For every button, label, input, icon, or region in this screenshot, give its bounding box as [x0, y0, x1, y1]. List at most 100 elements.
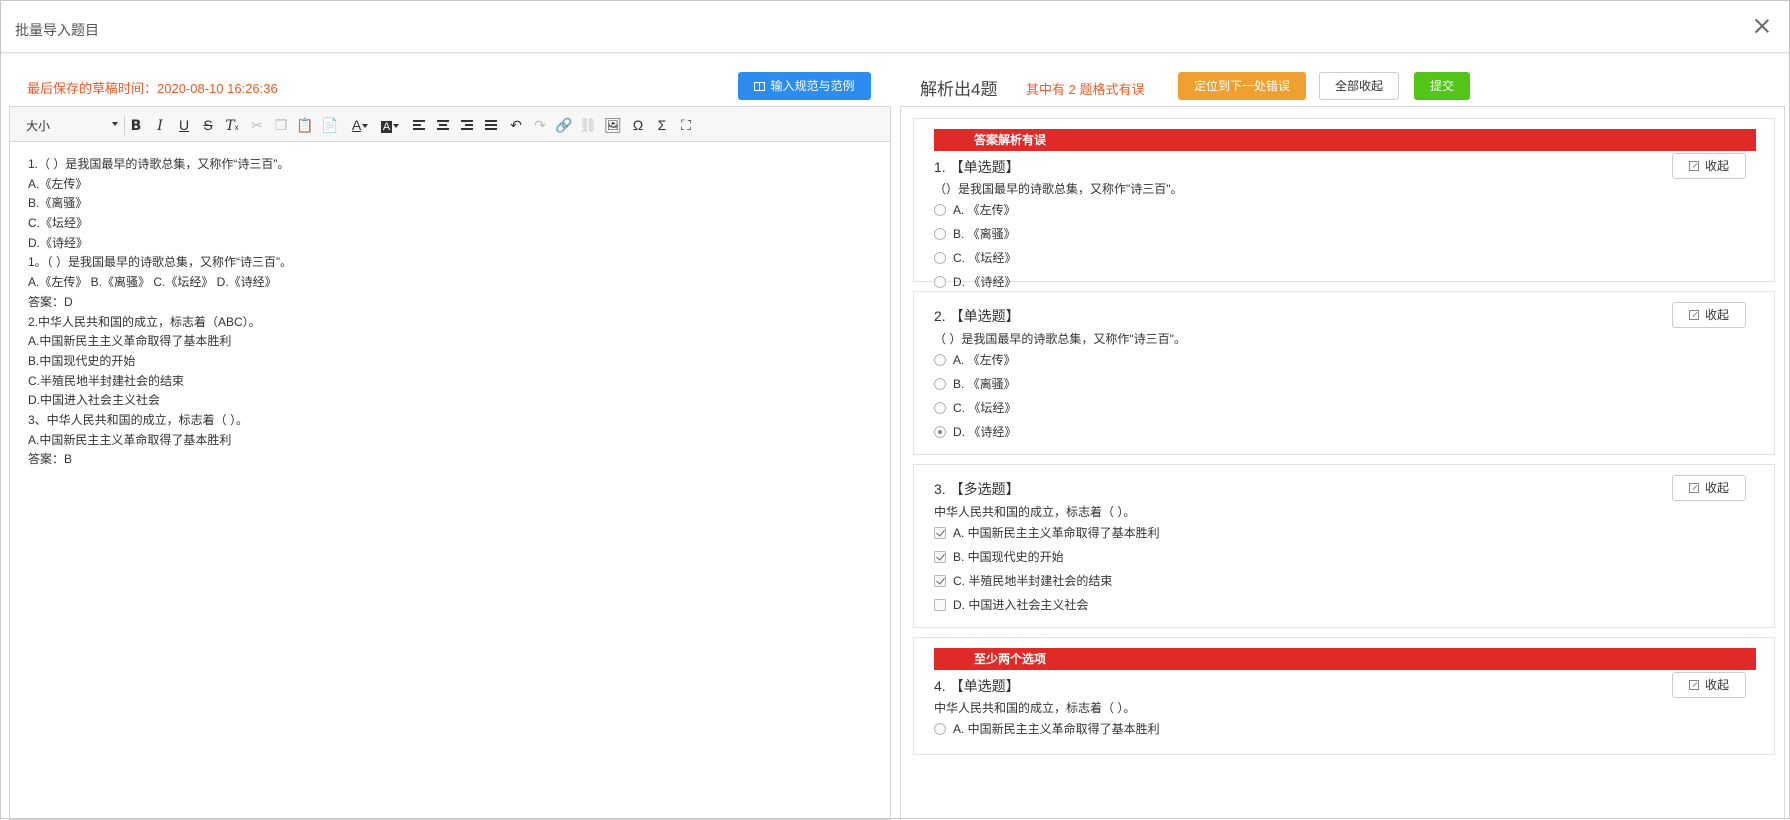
editor-line: A.《左传》: [28, 176, 88, 191]
collapse-all-button[interactable]: 全部收起: [1319, 72, 1399, 100]
submit-button[interactable]: 提交: [1414, 72, 1470, 100]
italic-icon[interactable]: I: [149, 114, 171, 136]
radio-icon: [934, 402, 946, 414]
editor-line: C.半殖民地半封建社会的结束: [28, 373, 185, 388]
radio-icon: [934, 228, 946, 240]
background-color-icon[interactable]: A: [376, 114, 404, 136]
align-left-icon[interactable]: [408, 114, 430, 136]
redo-icon[interactable]: ↷: [529, 114, 551, 136]
checkbox-checked-icon: [934, 527, 946, 539]
radio-icon: [934, 723, 946, 735]
align-center-icon[interactable]: [432, 114, 454, 136]
question-list: 答案解析有误 1. 【单选题】 收起 （）是我国最早的诗歌总集，又称作"诗三百"…: [900, 106, 1785, 820]
editor-line: A.《左传》 B.《离骚》 C.《坛经》 D.《诗经》: [28, 275, 277, 290]
option-label: D. 《诗经》: [953, 425, 1017, 439]
chevron-down-icon: [112, 122, 118, 126]
collapse-icon: [1688, 483, 1699, 493]
radio-icon: [934, 276, 946, 288]
editor-content[interactable]: 1.（ ）是我国最早的诗歌总集，又称作“诗三百”。 A.《左传》 B.《离骚》 …: [28, 155, 292, 470]
undo-icon[interactable]: ↶: [505, 114, 527, 136]
option-label: A. 《左传》: [953, 203, 1016, 217]
editor-line: D.《诗经》: [28, 235, 89, 250]
collapse-button[interactable]: 收起: [1672, 475, 1746, 501]
editor-line: B.《离骚》: [28, 196, 88, 211]
question-card: 答案解析有误 1. 【单选题】 收起 （）是我国最早的诗歌总集，又称作"诗三百"…: [913, 118, 1775, 289]
underline-icon[interactable]: U: [173, 114, 195, 136]
collapse-button[interactable]: 收起: [1672, 672, 1746, 698]
collapse-button[interactable]: 收起: [1672, 302, 1746, 328]
collapse-button[interactable]: 收起: [1672, 153, 1746, 179]
option-checkbox-checked[interactable]: B. 中国现代史的开始: [934, 548, 1064, 565]
omega-symbol: Ω: [632, 117, 644, 133]
option-radio[interactable]: A. 《左传》: [934, 201, 1016, 218]
option-label: A. 中国新民主主义革命取得了基本胜利: [953, 526, 1160, 540]
option-radio[interactable]: B. 《离骚》: [934, 375, 1016, 392]
special-char-icon[interactable]: Ω: [627, 114, 649, 136]
editor-line: 答案：D: [28, 294, 73, 309]
checkbox-checked-icon: [934, 551, 946, 563]
option-radio[interactable]: A. 中国新民主主义革命取得了基本胜利: [934, 720, 1160, 737]
option-checkbox-checked[interactable]: C. 半殖民地半封建社会的结束: [934, 572, 1112, 589]
collapse-icon: [1688, 161, 1699, 171]
option-radio[interactable]: C. 《坛经》: [934, 399, 1016, 416]
collapse-icon: [1688, 680, 1699, 690]
option-radio[interactable]: B. 《离骚》: [934, 225, 1016, 242]
dialog-title: 批量导入题目: [15, 22, 99, 38]
option-label: C. 半殖民地半封建社会的结束: [953, 574, 1113, 588]
editor-line: 1.（ ）是我国最早的诗歌总集，又称作“诗三百”。: [28, 157, 290, 171]
cut-icon[interactable]: ✂: [246, 114, 268, 136]
editor-line: 2.中华人民共和国的成立，标志着（ABC）。: [28, 314, 261, 329]
question-title: 3. 【多选题】: [934, 481, 1020, 497]
question-stem: （）是我国最早的诗歌总集，又称作"诗三百"。: [934, 182, 1183, 196]
align-justify-icon[interactable]: [480, 114, 502, 136]
option-label: B. 《离骚》: [953, 377, 1016, 391]
option-radio[interactable]: C. 《坛经》: [934, 249, 1016, 266]
formula-icon[interactable]: Σ: [651, 114, 673, 136]
option-label: D. 中国进入社会主义社会: [953, 598, 1089, 612]
bold-icon[interactable]: B: [125, 114, 147, 136]
option-label: B. 中国现代史的开始: [953, 550, 1064, 564]
question-title: 2. 【单选题】: [934, 308, 1020, 324]
preview-panel: 解析出4题 其中有 2 题格式有误 定位到下一处错误 全部收起 提交 答案解析有…: [900, 67, 1785, 820]
clear-format-icon[interactable]: Tx: [221, 114, 243, 136]
question-stem: 中华人民共和国的成立，标志着（ ）。: [934, 701, 1136, 715]
font-size-select[interactable]: 大小: [26, 117, 118, 134]
collapse-label: 收起: [1704, 678, 1729, 692]
close-icon[interactable]: [1751, 15, 1773, 37]
image-icon[interactable]: 🖼: [602, 114, 624, 136]
align-right-icon[interactable]: [456, 114, 478, 136]
editor-line: D.中国进入社会主义社会: [28, 393, 161, 408]
font-size-label: 大小: [26, 119, 51, 133]
copy-icon[interactable]: ❐: [270, 114, 292, 136]
input-rules-label: 输入规范与范例: [770, 79, 855, 93]
editor-panel: 最后保存的草稿时间：2020-08-10 16:26:36 输入规范与范例 大小…: [9, 67, 891, 820]
option-label: C. 《坛经》: [953, 251, 1017, 265]
paste-text-icon[interactable]: 📄: [319, 114, 341, 136]
option-label: B. 《离骚》: [953, 227, 1016, 241]
dialog-header: 批量导入题目: [1, 1, 1789, 53]
sigma-symbol: Σ: [657, 117, 667, 133]
editor-line: 3、中华人民共和国的成立，标志着（ ）。: [28, 412, 249, 427]
link-icon[interactable]: 🔗: [553, 114, 575, 136]
font-color-icon[interactable]: A: [346, 114, 374, 136]
error-summary: 其中有 2 题格式有误: [1026, 82, 1145, 97]
input-rules-button[interactable]: 输入规范与范例: [738, 72, 871, 100]
locate-next-error-button[interactable]: 定位到下一处错误: [1178, 72, 1306, 100]
question-stem: 中华人民共和国的成立，标志着（ ）。: [934, 505, 1136, 519]
option-checkbox[interactable]: D. 中国进入社会主义社会: [934, 596, 1088, 613]
paste-icon[interactable]: 📋: [294, 114, 316, 136]
question-stem: （ ）是我国最早的诗歌总集，又称作"诗三百"。: [934, 332, 1186, 346]
radio-selected-icon: [934, 426, 946, 438]
fullscreen-icon[interactable]: ⛶: [675, 114, 697, 136]
strikethrough-icon[interactable]: S: [197, 114, 219, 136]
radio-icon: [934, 378, 946, 390]
error-banner: 答案解析有误: [934, 129, 1756, 151]
unlink-icon[interactable]: ⛓: [577, 114, 599, 136]
option-radio-selected[interactable]: D. 《诗经》: [934, 423, 1016, 440]
option-checkbox-checked[interactable]: A. 中国新民主主义革命取得了基本胜利: [934, 524, 1160, 541]
collapse-icon: [1688, 310, 1699, 320]
option-radio[interactable]: D. 《诗经》: [934, 273, 1016, 290]
radio-icon: [934, 204, 946, 216]
editor-toolbar: 大小 B I U S Tx ✂ ❐ 📋 📄 A A ↶ ↷ 🔗 ⛓ 🖼 Ω Σ …: [10, 107, 890, 142]
option-radio[interactable]: A. 《左传》: [934, 351, 1016, 368]
